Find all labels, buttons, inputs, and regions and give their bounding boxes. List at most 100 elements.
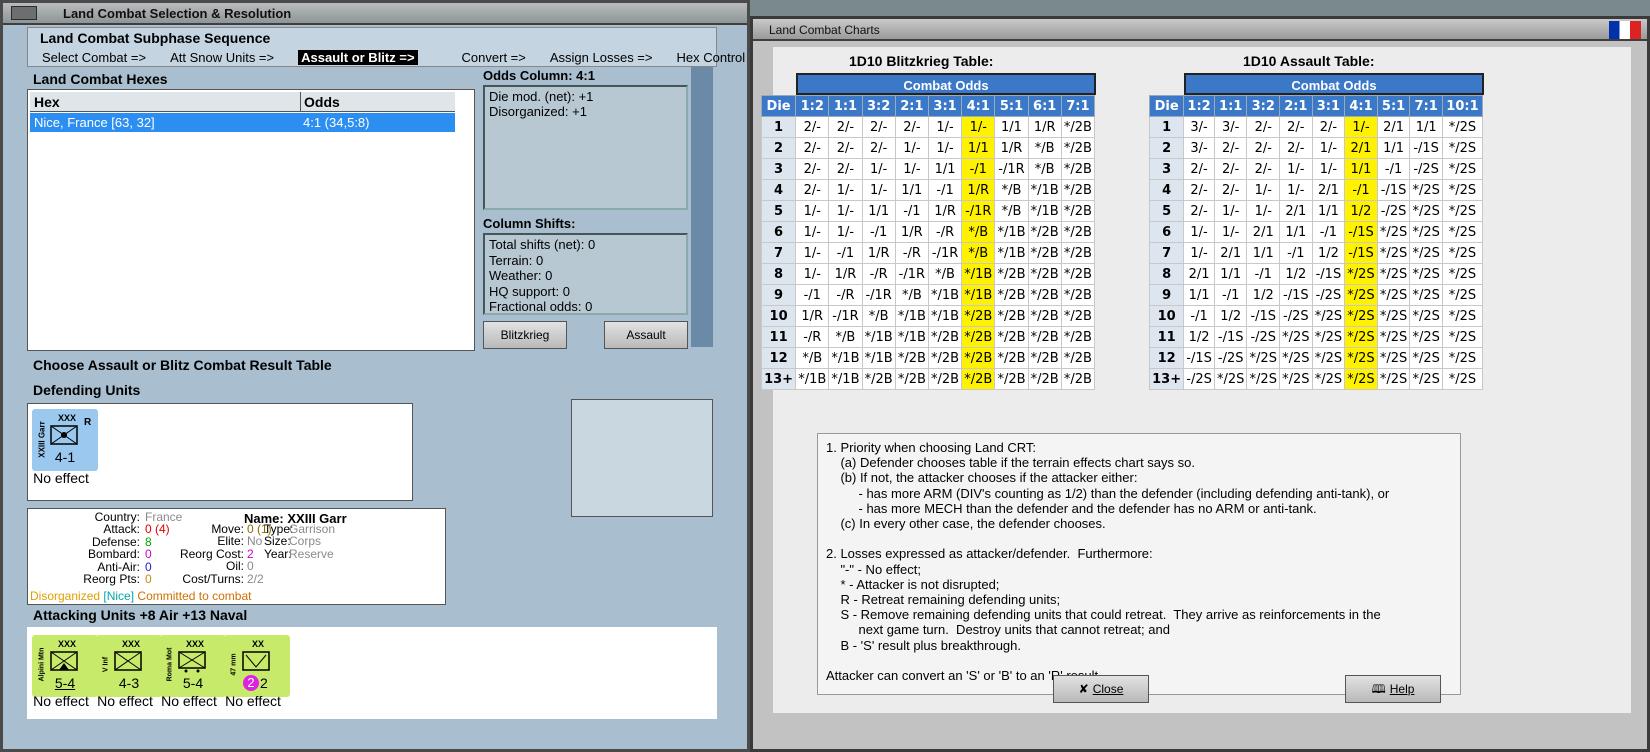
blitz-cell: -/1 xyxy=(861,221,896,243)
assault-col-0: 1:2 xyxy=(1183,95,1215,117)
assault-cell: */2S xyxy=(1279,347,1313,369)
blitz-cell: 1/- xyxy=(795,242,830,264)
assault-cell: -/2S xyxy=(1213,347,1248,369)
blitz-die: 1 xyxy=(760,116,797,138)
attacking-counter-2[interactable]: XXX V Inf 4-3 xyxy=(96,635,162,697)
assault-cell: 2/- xyxy=(1183,179,1215,201)
blitz-cell: */2B xyxy=(961,368,996,390)
info-labels-2: Move: Elite: Reorg Cost: Oil: Cost/Turns… xyxy=(148,523,244,585)
counter-value: 4-1 xyxy=(54,449,76,465)
blitz-die: 2 xyxy=(760,137,797,159)
assault-cell: 1/2 xyxy=(1279,263,1313,285)
blitz-cell: */1B xyxy=(994,242,1029,264)
assault-cell: */2S xyxy=(1311,368,1346,390)
attacking-counter-4[interactable]: XX 47 mm 2 2 xyxy=(224,635,290,697)
assault-cell: */2S xyxy=(1376,347,1411,369)
odds-box: Die mod. (net): +1 Disorganized: +1 xyxy=(483,85,688,210)
assault-die: 10 xyxy=(1148,305,1185,327)
blitz-col-8: 7:1 xyxy=(1060,95,1096,117)
blitz-cell: */2B xyxy=(1060,242,1096,264)
charts-titlebar[interactable]: Land Combat Charts xyxy=(753,19,1647,41)
assault-die: 7 xyxy=(1148,242,1185,264)
blitzkrieg-button[interactable]: Blitzkrieg xyxy=(483,321,567,349)
assault-row: 1 3/- 3/- 2/- 2/- 2/- 1/- 2/1 1/1 */2S xyxy=(1148,116,1484,138)
help-button[interactable]: 🕮 Help xyxy=(1345,675,1441,703)
assault-die: 4 xyxy=(1148,179,1185,201)
unit-info-box: Country: Attack: Defense: Bombard: Anti-… xyxy=(27,508,446,605)
attacking-effect-2: No effect xyxy=(97,693,153,709)
attacking-counter-3[interactable]: XXX Roma Mot 5-4 xyxy=(160,635,226,697)
assault-cell: */2S xyxy=(1441,263,1484,285)
assault-cell: -/1 xyxy=(1183,305,1215,327)
defending-counter[interactable]: XXX R XXIII Garr 4-1 xyxy=(32,409,98,471)
blitz-cell: */2B xyxy=(1027,305,1062,327)
blitz-col-0: 1:2 xyxy=(795,95,830,117)
assault-table: Die 1:2 1:1 3:2 2:1 3:1 4:1 5:1 7:1 10:1 1 3/- 3/- 2/… xyxy=(1148,95,1484,390)
assault-cell: */2S xyxy=(1409,368,1443,390)
assault-row: 5 2/- 1/- 1/- 2/1 1/1 1/2 -/2S */2S */2S xyxy=(1148,200,1484,222)
blitz-die: 7 xyxy=(760,242,797,264)
assault-cell: -/1S xyxy=(1246,305,1281,327)
blitz-row: 13+ */1B */1B */2B */2B */2B */2B */2B */2B */2B xyxy=(760,368,1096,390)
blitz-cell: */2B xyxy=(961,326,996,348)
blitz-die: 5 xyxy=(760,200,797,222)
assault-cell: 1/2 xyxy=(1246,284,1281,306)
assault-cell: */2S xyxy=(1311,347,1346,369)
info-oil-label: Oil: xyxy=(226,559,244,574)
blitz-row: 5 1/- 1/- 1/1 -/1 1/R -/1R */B */1B */2B xyxy=(760,200,1096,222)
assault-die: 9 xyxy=(1148,284,1185,306)
assault-cell: 2/- xyxy=(1183,200,1215,222)
blitz-cell: 1/- xyxy=(927,116,963,138)
attacking-title: Attacking Units +8 Air +13 Naval xyxy=(33,607,248,623)
blitz-cell: */B xyxy=(994,179,1029,201)
window-titlebar[interactable]: Land Combat Selection & Resolution xyxy=(3,3,747,25)
blitz-die: 12 xyxy=(760,347,797,369)
assault-col-3: 2:1 xyxy=(1279,95,1313,117)
blitz-cell: 1/- xyxy=(828,200,863,222)
blitz-cell: 2/- xyxy=(861,137,896,159)
blitz-row: 1 2/- 2/- 2/- 2/- 1/- 1/- 1/1 1/R */2B xyxy=(760,116,1096,138)
shifts-box: Total shifts (net): 0 Terrain: 0 Weather… xyxy=(483,233,688,315)
blitz-cell: */2B xyxy=(894,368,929,390)
blitz-cell: 1/R xyxy=(961,179,996,201)
blitz-cell: -/1 xyxy=(795,284,830,306)
assault-cell: 2/- xyxy=(1279,116,1313,138)
blitz-cell: -/R xyxy=(927,221,963,243)
assault-cell: -/1 xyxy=(1311,221,1346,243)
blitz-die: 3 xyxy=(760,158,797,180)
blitz-die: 10 xyxy=(760,305,797,327)
blitz-cell: */B xyxy=(894,284,929,306)
assault-cell: -/1S xyxy=(1213,326,1248,348)
assault-die: 5 xyxy=(1148,200,1185,222)
assault-cell: */2S xyxy=(1344,326,1378,348)
assault-button[interactable]: Assault xyxy=(604,321,688,349)
assault-cell: -/2S xyxy=(1311,284,1346,306)
close-button[interactable]: ✘ Close xyxy=(1053,675,1149,703)
blitz-row: 10 1/R -/1R */B */1B */1B */2B */2B */2B */2B xyxy=(760,305,1096,327)
assault-cell: 2/1 xyxy=(1344,137,1378,159)
blitz-cell: 1/- xyxy=(927,137,963,159)
window-menu-icon[interactable] xyxy=(11,6,37,20)
blitz-cell: */1B xyxy=(861,326,896,348)
blitz-cell: 1/R xyxy=(994,137,1029,159)
blitz-cell: 1/- xyxy=(894,137,929,159)
blitz-cell: */2B xyxy=(1027,221,1062,243)
assault-die: 3 xyxy=(1148,158,1185,180)
map-strip xyxy=(691,67,713,347)
hex-row[interactable]: Nice, France [63, 32] 4:1 (34,5:8) xyxy=(30,113,455,132)
blitz-cell: -/R xyxy=(795,326,830,348)
hexes-list[interactable]: Hex Odds Nice, France [63, 32] 4:1 (34,5… xyxy=(27,89,475,351)
attacking-counter-1[interactable]: XXX Alpini Mtn 5-4 xyxy=(32,635,98,697)
blitz-cell: 1/1 xyxy=(961,137,996,159)
land-combat-window: Land Combat Selection & Resolution Land … xyxy=(0,0,750,752)
blitz-die: 9 xyxy=(760,284,797,306)
assault-col-7: 7:1 xyxy=(1409,95,1443,117)
assault-cell: -/1S xyxy=(1409,137,1443,159)
assault-cell: */2S xyxy=(1409,326,1443,348)
assault-cell: -/2S xyxy=(1183,368,1215,390)
assault-cell: */2S xyxy=(1344,368,1378,390)
blitz-cell: */2B xyxy=(927,347,963,369)
assault-cell: */2S xyxy=(1376,326,1411,348)
info-ct: 2/2 xyxy=(247,571,264,586)
blitz-cell: */2B xyxy=(1027,326,1062,348)
